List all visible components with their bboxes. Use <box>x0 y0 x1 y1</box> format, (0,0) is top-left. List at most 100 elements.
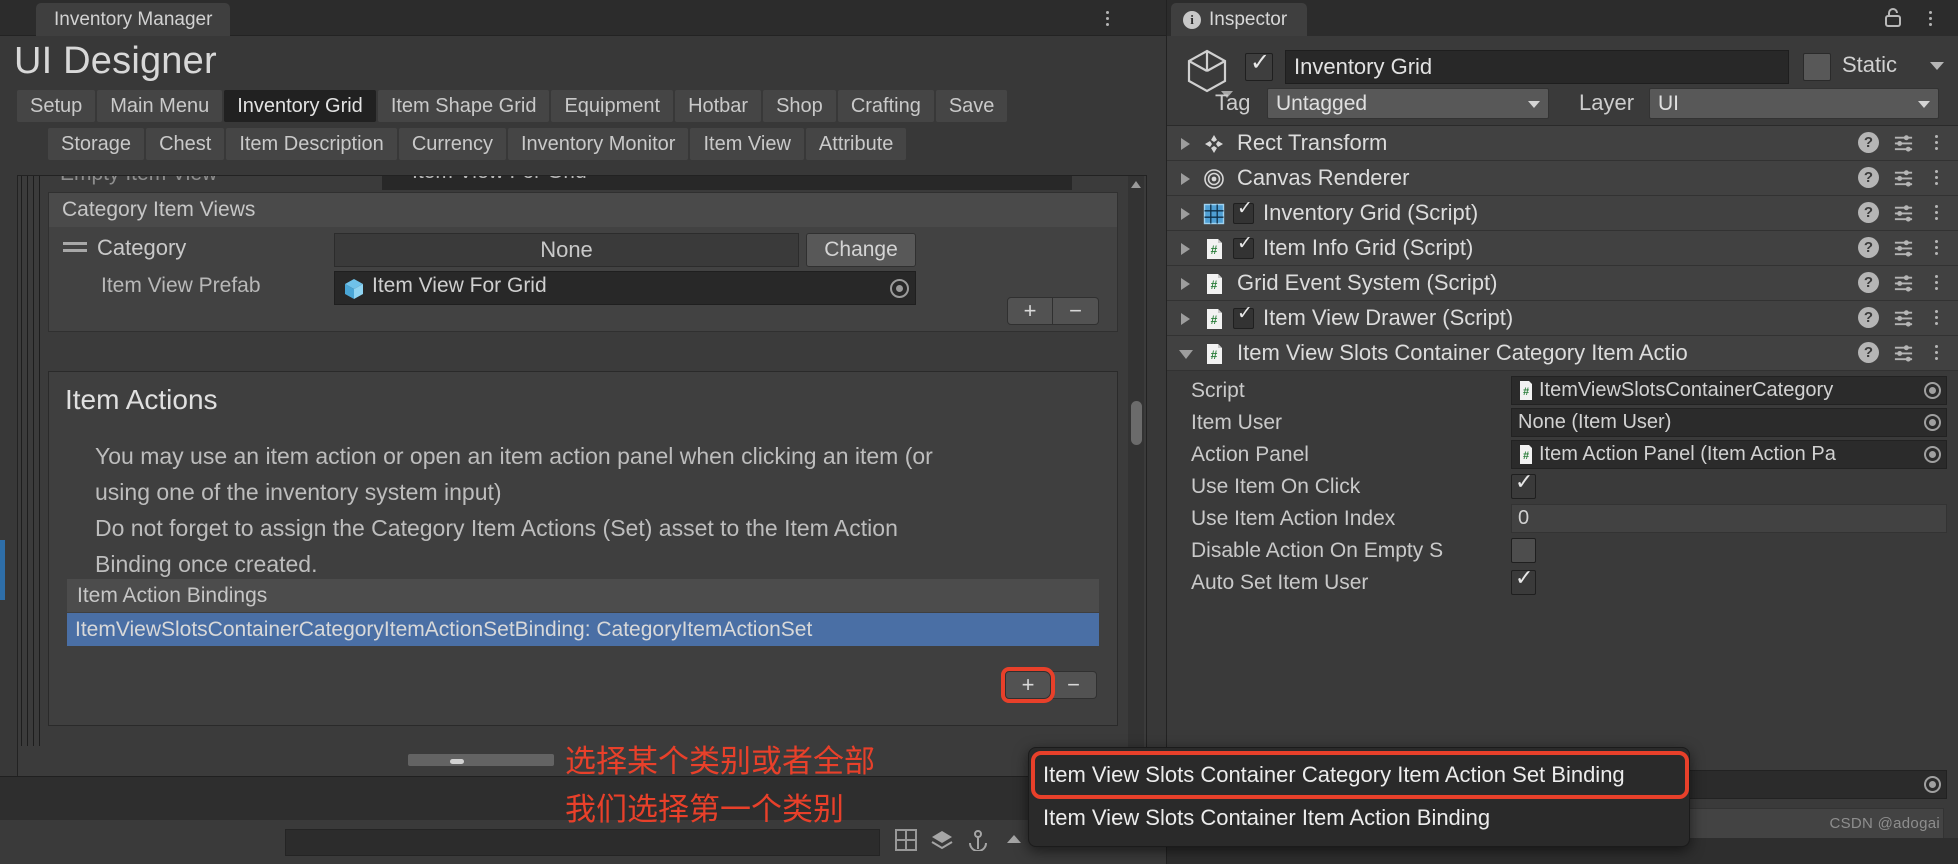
component-row[interactable]: Rect Transform? <box>1167 126 1958 161</box>
designer-tab-inventory-monitor[interactable]: Inventory Monitor <box>507 128 689 160</box>
static-dropdown-caret-icon[interactable] <box>1930 62 1944 70</box>
property-checkbox[interactable] <box>1511 538 1536 563</box>
designer-tab-inventory-grid[interactable]: Inventory Grid <box>224 90 376 122</box>
object-picker-icon[interactable] <box>1924 446 1941 463</box>
designer-tab-main-menu[interactable]: Main Menu <box>97 90 223 122</box>
object-picker-icon[interactable] <box>1924 414 1941 431</box>
static-checkbox[interactable] <box>1803 53 1831 81</box>
category-value-field[interactable]: None <box>334 233 799 267</box>
designer-tab-equipment[interactable]: Equipment <box>551 90 674 122</box>
component-row[interactable]: # Grid Event System (Script)? <box>1167 266 1958 301</box>
chevron-down-icon[interactable] <box>1179 350 1193 359</box>
tab-inspector[interactable]: i Inspector <box>1171 3 1308 36</box>
component-enabled-checkbox[interactable] <box>1233 198 1254 224</box>
drag-handle-icon[interactable] <box>63 242 87 256</box>
number-field[interactable]: 0 <box>1511 504 1947 533</box>
item-action-binding-selected-row[interactable]: ItemViewSlotsContainerCategoryItemAction… <box>67 613 1099 646</box>
property-checkbox[interactable] <box>1511 565 1536 595</box>
chevron-right-icon[interactable] <box>1181 173 1190 185</box>
help-icon[interactable]: ? <box>1858 272 1879 293</box>
object-field[interactable]: # Item Action Panel (Item Action Pa <box>1511 440 1947 469</box>
component-row[interactable]: # Item View Drawer (Script)? <box>1167 301 1958 336</box>
item-view-prefab-field[interactable]: Item View For Grid <box>334 271 916 305</box>
object-field[interactable]: # ItemViewSlotsContainerCategory <box>1511 376 1947 405</box>
chevron-right-icon[interactable] <box>1181 208 1190 220</box>
preset-sliders-icon[interactable] <box>1893 202 1914 223</box>
property-checkbox[interactable] <box>1511 469 1536 499</box>
inspector-panel: i Inspector Inventory Grid Static Tag Un… <box>1166 0 1958 864</box>
preset-sliders-icon[interactable] <box>1893 132 1914 153</box>
binding-type-dropdown-menu[interactable]: Item View Slots Container Category Item … <box>1028 747 1690 847</box>
scroll-up-arrow-icon[interactable] <box>1131 181 1141 188</box>
component-row[interactable]: # Item View Slots Container Category Item… <box>1167 336 1958 371</box>
component-kebab-icon[interactable] <box>1928 237 1944 258</box>
object-picker-icon[interactable] <box>890 279 909 298</box>
component-row[interactable]: Inventory Grid (Script)? <box>1167 196 1958 231</box>
horizontal-slider[interactable] <box>408 754 554 766</box>
designer-tab-storage[interactable]: Storage <box>48 128 145 160</box>
bottom-object-picker-icon[interactable] <box>1924 776 1941 793</box>
designer-tab-item-view[interactable]: Item View <box>690 128 804 160</box>
designer-tab-item-shape-grid[interactable]: Item Shape Grid <box>377 90 550 122</box>
layers-icon[interactable] <box>931 829 953 851</box>
anchor-icon[interactable] <box>967 829 989 851</box>
help-icon[interactable]: ? <box>1858 307 1879 328</box>
preset-sliders-icon[interactable] <box>1893 342 1914 363</box>
component-kebab-icon[interactable] <box>1928 272 1944 293</box>
help-icon[interactable]: ? <box>1858 202 1879 223</box>
designer-tab-attribute[interactable]: Attribute <box>805 128 907 160</box>
grid-icon[interactable] <box>895 829 917 851</box>
designer-tab-setup[interactable]: Setup <box>17 90 96 122</box>
component-kebab-icon[interactable] <box>1928 342 1944 363</box>
category-add-button[interactable]: + <box>1007 297 1053 325</box>
chevron-right-icon[interactable] <box>1181 278 1190 290</box>
tab-inventory-manager[interactable]: Inventory Manager <box>36 3 231 36</box>
component-kebab-icon[interactable] <box>1928 202 1944 223</box>
chevron-right-icon[interactable] <box>1181 313 1190 325</box>
window-menu-kebab-icon[interactable] <box>1096 5 1118 31</box>
dropdown-item-item-action-binding[interactable]: Item View Slots Container Item Action Bi… <box>1035 798 1685 838</box>
preset-sliders-icon[interactable] <box>1893 237 1914 258</box>
csharp-script-icon: # <box>1520 381 1532 400</box>
inspector-kebab-icon[interactable] <box>1920 6 1940 30</box>
chevron-right-icon[interactable] <box>1181 138 1190 150</box>
designer-tab-hotbar[interactable]: Hotbar <box>675 90 762 122</box>
binding-remove-button[interactable]: − <box>1051 671 1097 699</box>
component-row[interactable]: Canvas Renderer? <box>1167 161 1958 196</box>
component-enabled-checkbox[interactable] <box>1233 233 1254 259</box>
layer-dropdown[interactable]: UI <box>1649 88 1939 119</box>
designer-tab-item-description[interactable]: Item Description <box>226 128 397 160</box>
component-kebab-icon[interactable] <box>1928 307 1944 328</box>
change-category-button[interactable]: Change <box>806 233 916 267</box>
component-enabled-checkbox[interactable] <box>1233 303 1254 329</box>
gameobject-name-field[interactable]: Inventory Grid <box>1285 50 1789 84</box>
help-icon[interactable]: ? <box>1858 167 1879 188</box>
preset-sliders-icon[interactable] <box>1893 272 1914 293</box>
help-icon[interactable]: ? <box>1858 237 1879 258</box>
designer-vertical-scrollbar[interactable] <box>1128 176 1144 819</box>
help-icon[interactable]: ? <box>1858 132 1879 153</box>
scrollbar-thumb[interactable] <box>1131 401 1142 445</box>
caret-up-icon[interactable] <box>1003 829 1025 851</box>
preset-sliders-icon[interactable] <box>1893 167 1914 188</box>
designer-tab-save[interactable]: Save <box>935 90 1008 122</box>
category-remove-button[interactable]: − <box>1053 297 1099 325</box>
help-icon[interactable]: ? <box>1858 342 1879 363</box>
component-kebab-icon[interactable] <box>1928 167 1944 188</box>
object-field[interactable]: None (Item User) <box>1511 408 1947 437</box>
empty-item-view-value[interactable]: Item View For Grid <box>382 176 1072 190</box>
component-row[interactable]: # Item Info Grid (Script)? <box>1167 231 1958 266</box>
preset-sliders-icon[interactable] <box>1893 307 1914 328</box>
object-picker-icon[interactable] <box>1924 382 1941 399</box>
component-kebab-icon[interactable] <box>1928 132 1944 153</box>
dropdown-item-category-item-action-set-binding[interactable]: Item View Slots Container Category Item … <box>1031 751 1689 799</box>
designer-tab-currency[interactable]: Currency <box>398 128 506 160</box>
designer-tab-chest[interactable]: Chest <box>146 128 225 160</box>
designer-tab-shop[interactable]: Shop <box>763 90 836 122</box>
lock-icon[interactable] <box>1884 8 1902 28</box>
chevron-right-icon[interactable] <box>1181 243 1190 255</box>
gameobject-enabled-checkbox[interactable] <box>1245 49 1273 81</box>
binding-add-button[interactable]: + <box>1001 667 1055 703</box>
tag-dropdown[interactable]: Untagged <box>1267 88 1549 119</box>
designer-tab-crafting[interactable]: Crafting <box>837 90 934 122</box>
